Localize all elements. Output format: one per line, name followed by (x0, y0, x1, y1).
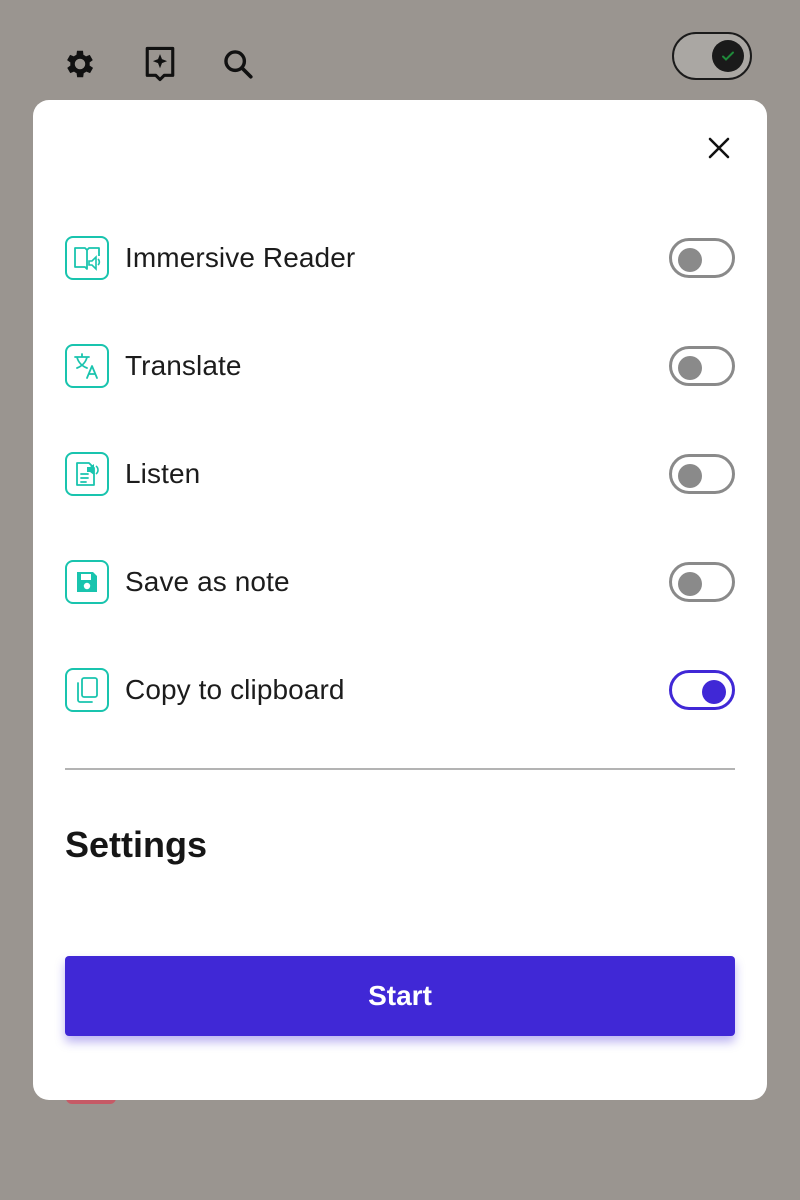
option-immersive-reader: Immersive Reader (65, 234, 735, 282)
settings-heading: Settings (65, 824, 208, 865)
divider (65, 768, 735, 770)
save-icon (65, 560, 109, 604)
translate-icon (65, 344, 109, 388)
listen-icon (65, 452, 109, 496)
option-save-as-note: Save as note (65, 558, 735, 606)
option-label: Translate (125, 350, 242, 381)
listen-toggle[interactable] (669, 454, 735, 494)
main-toggle[interactable] (672, 32, 752, 80)
gear-icon[interactable] (60, 42, 100, 86)
copy-icon (65, 668, 109, 712)
option-copy-to-clipboard: Copy to clipboard (65, 666, 735, 714)
immersive-reader-toggle[interactable] (669, 238, 735, 278)
translate-toggle[interactable] (669, 346, 735, 386)
start-button[interactable]: Start (65, 956, 735, 1036)
search-icon[interactable] (218, 42, 258, 86)
options-list[interactable]: Immersive Reader Translate Listen Save a… (33, 200, 767, 923)
option-label: Save as note (125, 566, 290, 597)
copy-to-clipboard-toggle[interactable] (669, 670, 735, 710)
close-icon[interactable] (703, 130, 735, 166)
check-icon (712, 40, 744, 72)
option-label: Copy to clipboard (125, 674, 345, 705)
immersive-reader-icon (65, 236, 109, 280)
option-label: Immersive Reader (125, 242, 356, 273)
save-as-note-toggle[interactable] (669, 562, 735, 602)
option-listen: Listen (65, 450, 735, 498)
option-label: Listen (125, 458, 201, 489)
options-modal: Immersive Reader Translate Listen Save a… (33, 100, 767, 1100)
option-translate: Translate (65, 342, 735, 390)
sparkle-bookmark-icon[interactable] (140, 42, 180, 86)
